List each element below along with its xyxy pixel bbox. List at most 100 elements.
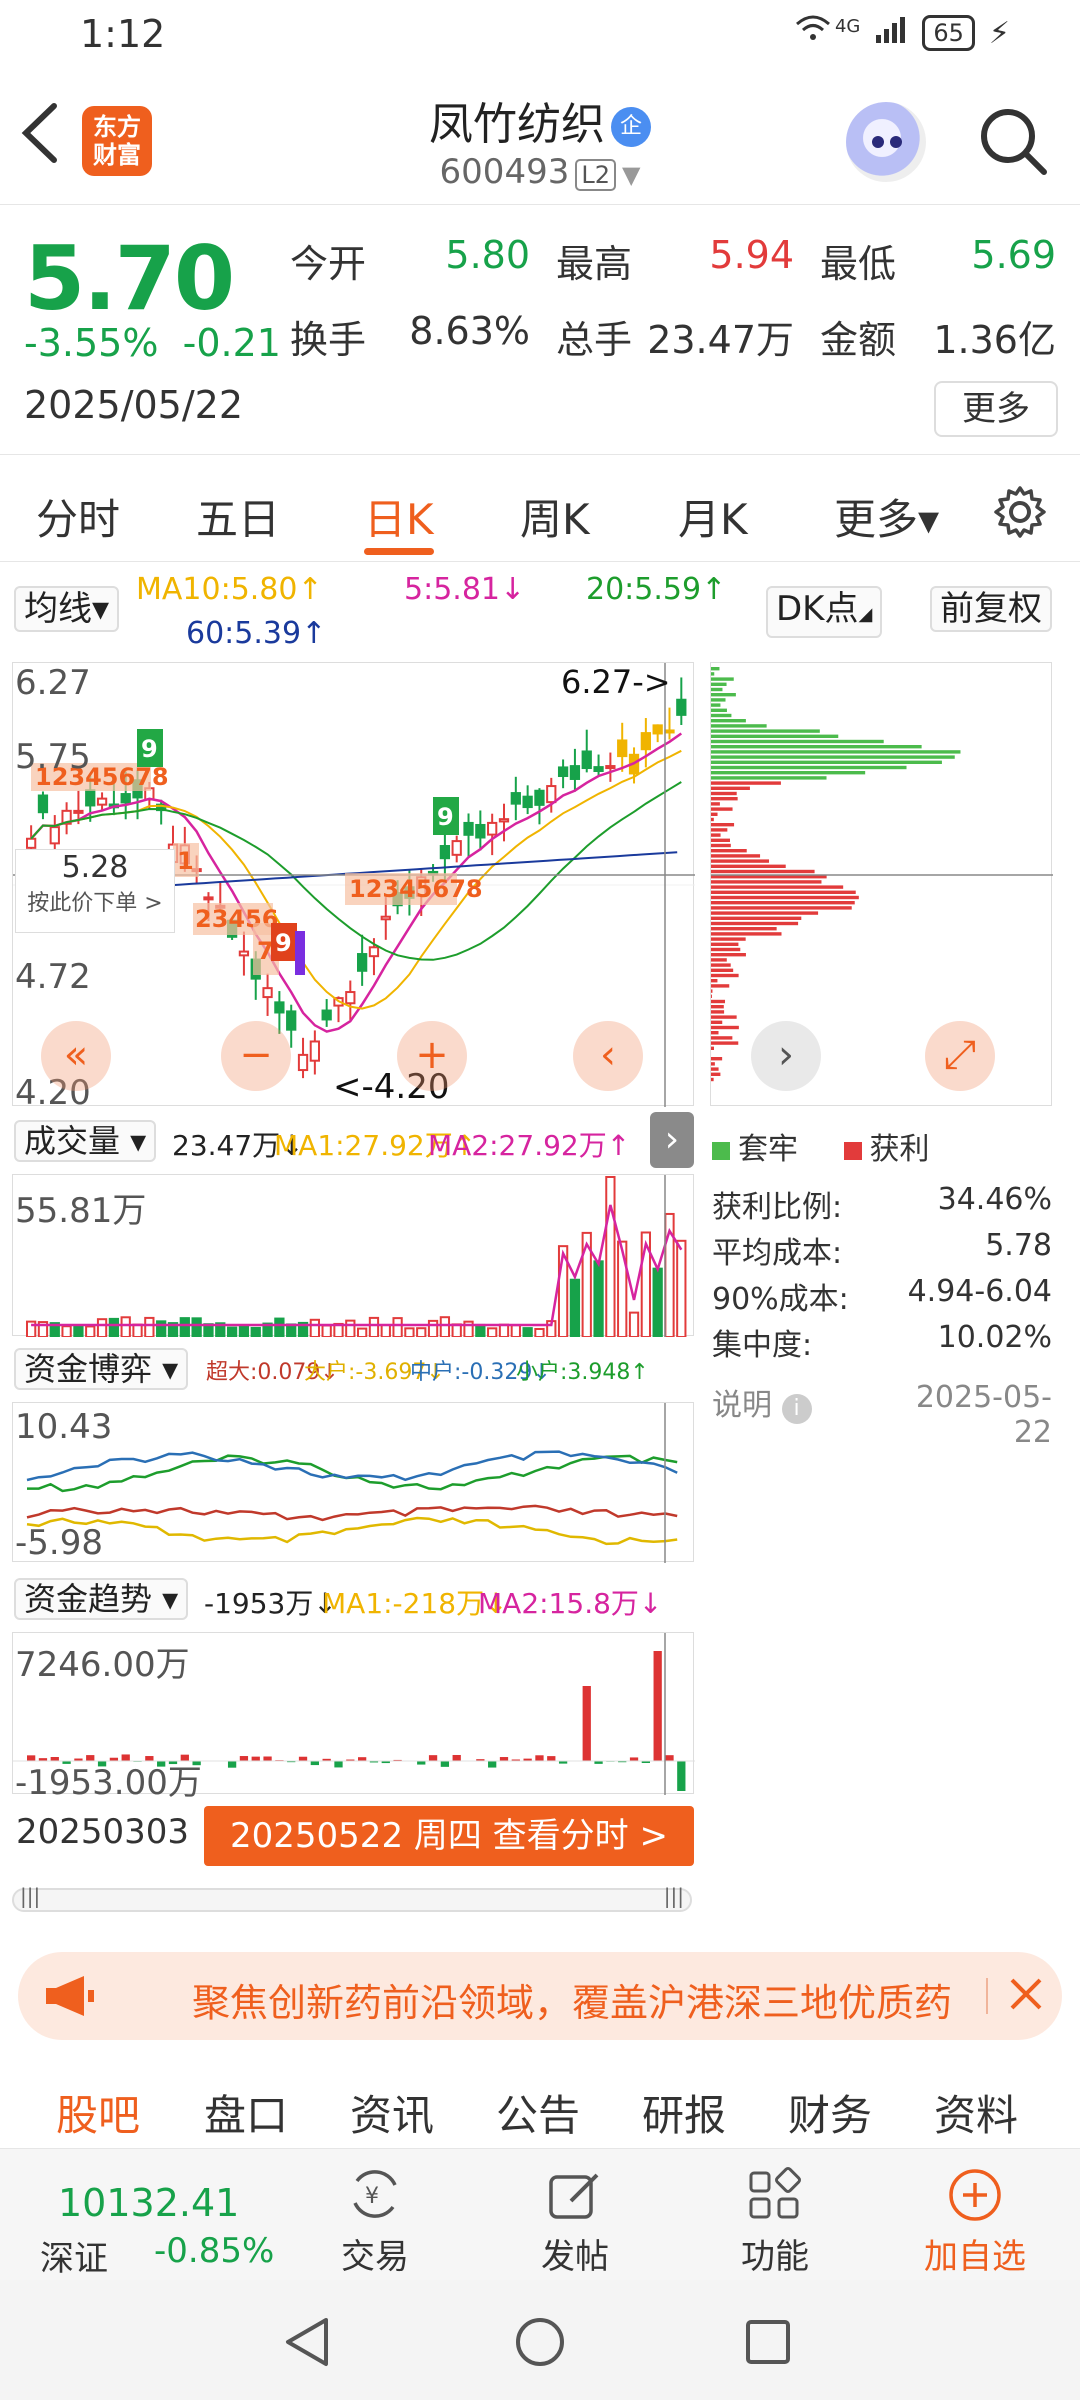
- volume-label: 总手: [556, 318, 633, 362]
- tab-intraday[interactable]: 分时: [36, 486, 120, 547]
- search-icon[interactable]: [978, 106, 1048, 176]
- period-tabs: 分时 五日 日K 周K 月K 更多▾: [0, 456, 1080, 562]
- low-value: 5.69: [971, 233, 1056, 277]
- stock-header: 东方 财富 凤竹纺织企 600493 L2 ▼: [0, 70, 1080, 205]
- last-price: 5.70: [24, 227, 235, 330]
- chip-note-link[interactable]: 说明 i: [712, 1380, 812, 1424]
- gear-icon[interactable]: [992, 484, 1048, 540]
- adjust-selector[interactable]: 前复权: [930, 586, 1052, 632]
- scroll-left-fast-icon[interactable]: «: [41, 1021, 111, 1091]
- cost90-label: 90%成本:: [712, 1282, 849, 1317]
- fund-trend-chart[interactable]: 7246.00万 -1953.00万: [12, 1632, 695, 1803]
- yuan-exchange-icon: ¥: [353, 2170, 397, 2218]
- concentration-value: 10.02%: [937, 1320, 1052, 1355]
- view-intraday-button[interactable]: 20250522 周四 查看分时 >: [204, 1806, 694, 1866]
- fund-trend-ma2: MA2:15.8万↓: [478, 1587, 663, 1620]
- index-change[interactable]: -0.85%: [154, 2231, 274, 2271]
- high-marker: 6.27->: [561, 663, 671, 701]
- tab-forum[interactable]: 股吧: [56, 2082, 140, 2143]
- amount-value: 1.36亿: [933, 318, 1056, 362]
- volume-selector[interactable]: 成交量 ▾: [14, 1120, 157, 1162]
- legend-locked: 套牢: [738, 1132, 798, 1167]
- system-nav-bar: [0, 2280, 1080, 2400]
- tab-news[interactable]: 资讯: [350, 2082, 434, 2143]
- candlestick-chart[interactable]: 12345678 9 1 23456 7 9 12345678 9 6.27 5…: [12, 662, 695, 1113]
- index-name[interactable]: 深证: [40, 2231, 108, 2280]
- tab-orderbook[interactable]: 盘口: [204, 2082, 288, 2143]
- step-left-icon[interactable]: ‹: [573, 1021, 643, 1091]
- wifi-icon: [795, 14, 831, 52]
- svg-text:9: 9: [437, 803, 454, 831]
- collapse-panel-icon[interactable]: ›: [650, 1112, 694, 1168]
- tab-weekly-k[interactable]: 周K: [520, 486, 590, 547]
- close-icon[interactable]: [1004, 1972, 1048, 2020]
- tab-more[interactable]: 更多▾: [834, 486, 939, 547]
- zoom-out-icon[interactable]: −: [221, 1021, 291, 1091]
- volume-value: 23.47万: [647, 318, 794, 362]
- fund-trend-axis-min: -1953.00万: [15, 1763, 202, 1803]
- chip-legend: 套牢 获利: [712, 1124, 930, 1168]
- nav-home-icon[interactable]: [514, 2316, 566, 2372]
- quote-date: 2025/05/22: [24, 383, 244, 427]
- svg-text:9: 9: [275, 929, 292, 957]
- fund-small: 小户:3.948↑: [516, 1360, 649, 1385]
- svg-text:¥: ¥: [365, 2184, 379, 2209]
- add-watchlist-button[interactable]: 加自选: [910, 2167, 1040, 2278]
- amount-label: 金额: [820, 318, 897, 362]
- volume-chart[interactable]: 55.81万: [12, 1174, 694, 1339]
- volume-ma2: MA2:27.92万↑: [428, 1129, 631, 1162]
- fullscreen-icon[interactable]: ⤢: [925, 1021, 995, 1091]
- index-value[interactable]: 10132.41: [58, 2181, 239, 2225]
- chart-start-date: 20250303: [16, 1812, 190, 1852]
- kline-axis-2: 5.75: [15, 737, 91, 777]
- volume-axis-max: 55.81万: [15, 1191, 147, 1231]
- features-button[interactable]: 功能: [710, 2167, 840, 2278]
- fund-trend-current: -1953万↓: [204, 1587, 337, 1620]
- turnover-value: 8.63%: [409, 309, 530, 353]
- price-change: -3.55% -0.21: [24, 321, 281, 365]
- dk-point-selector[interactable]: DK点◢: [766, 586, 883, 638]
- tab-research[interactable]: 研报: [642, 2082, 726, 2143]
- promo-banner[interactable]: 聚焦创新药前沿领域，覆盖沪港深三地优质药: [18, 1952, 1062, 2040]
- features-label: 功能: [741, 2237, 809, 2277]
- chart-scrollbar[interactable]: ||| |||: [12, 1884, 692, 1912]
- more-button[interactable]: 更多: [934, 381, 1058, 437]
- fund-game-selector[interactable]: 资金博弈 ▾: [14, 1348, 189, 1390]
- scroll-handle-right: |||: [663, 1884, 684, 1908]
- fund-game-chart[interactable]: 10.43 -5.98: [12, 1402, 694, 1563]
- step-right-icon[interactable]: ›: [751, 1021, 821, 1091]
- tab-daily-k[interactable]: 日K: [364, 486, 434, 547]
- nav-recents-icon[interactable]: [744, 2318, 792, 2370]
- plus-circle-icon: [949, 2169, 1001, 2221]
- turnover-label: 换手: [290, 318, 367, 362]
- network-type: 4G: [834, 15, 861, 37]
- nav-back-icon[interactable]: [282, 2316, 332, 2372]
- ma-selector[interactable]: 均线▾: [14, 586, 120, 632]
- legend-profit: 获利: [869, 1132, 930, 1167]
- cost90-value: 4.94-6.04: [907, 1274, 1052, 1309]
- tab-financials[interactable]: 财务: [788, 2082, 872, 2143]
- ai-assistant-avatar[interactable]: [846, 102, 926, 182]
- active-tab-indicator: [364, 548, 434, 555]
- fund-trend-selector[interactable]: 资金趋势 ▾: [14, 1578, 189, 1620]
- zoom-in-icon[interactable]: +: [397, 1021, 467, 1091]
- add-watchlist-label: 加自选: [924, 2237, 1026, 2277]
- tab-profile[interactable]: 资料: [934, 2082, 1018, 2143]
- tab-monthly-k[interactable]: 月K: [678, 486, 748, 547]
- post-button[interactable]: 发帖: [510, 2167, 640, 2278]
- chip-distribution-chart[interactable]: › ⤢: [710, 662, 1053, 1106]
- tab-five-day[interactable]: 五日: [196, 486, 280, 547]
- info-icon: i: [781, 1394, 812, 1424]
- level2-badge: L2: [575, 159, 616, 191]
- trade-button[interactable]: ¥ 交易: [310, 2167, 440, 2278]
- fund-game-axis-max: 10.43: [15, 1407, 113, 1447]
- edit-icon: [549, 2173, 599, 2219]
- high-label: 最高: [556, 242, 633, 286]
- chevron-down-icon: ▼: [621, 161, 641, 189]
- signal-icon: [874, 15, 908, 51]
- battery-indicator: 65: [922, 15, 975, 51]
- crosshair-price-box[interactable]: 5.28 按此价下单 >: [15, 849, 175, 933]
- trade-label: 交易: [341, 2237, 409, 2277]
- ma5-value: 5:5.81↓: [404, 572, 526, 607]
- tab-announcements[interactable]: 公告: [496, 2082, 580, 2143]
